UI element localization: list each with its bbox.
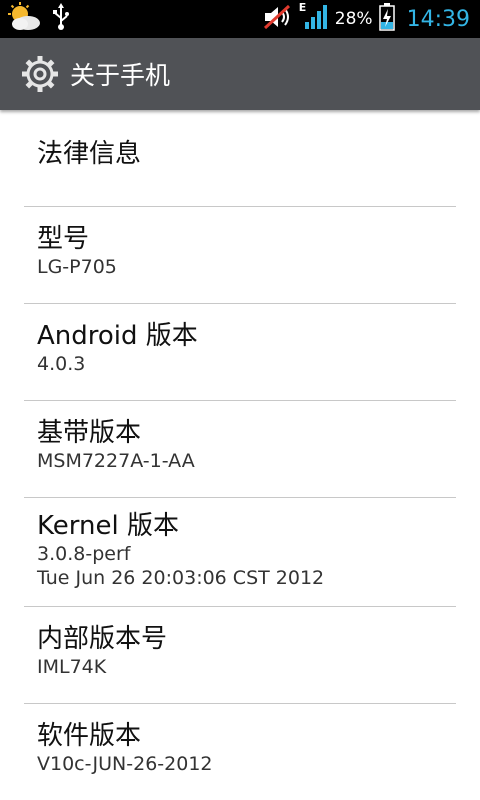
network-type-label: E xyxy=(298,1,307,14)
item-title: 法律信息 xyxy=(37,139,142,169)
list-item-android-version[interactable]: Android 版本 4.0.3 xyxy=(24,304,456,401)
list-item-baseband-version[interactable]: 基带版本 MSM7227A-1-AA xyxy=(24,401,456,498)
item-title: 基带版本 xyxy=(37,418,142,448)
status-bar: E 28% 14:39 xyxy=(0,0,480,38)
list-item-model[interactable]: 型号 LG-P705 xyxy=(24,207,456,304)
signal-icon: E xyxy=(298,1,329,35)
weather-icon xyxy=(8,2,42,36)
item-title: Kernel 版本 xyxy=(37,511,179,541)
item-title: 软件版本 xyxy=(37,721,142,751)
item-summary-line2: Tue Jun 26 20:03:06 CST 2012 xyxy=(37,567,325,589)
status-clock: 14:39 xyxy=(406,6,470,32)
battery-percent: 28% xyxy=(334,9,373,29)
item-summary: 3.0.8-perf xyxy=(37,543,131,565)
list-item-legal-info[interactable]: 法律信息 xyxy=(24,110,456,207)
item-title: 型号 xyxy=(37,224,90,254)
list-item-kernel-version[interactable]: Kernel 版本 3.0.8-perf Tue Jun 26 20:03:06… xyxy=(24,498,456,607)
item-summary: LG-P705 xyxy=(37,256,117,278)
action-bar: 关于手机 xyxy=(0,38,480,110)
item-summary: IML74K xyxy=(37,656,107,678)
settings-gear-icon[interactable] xyxy=(20,54,60,94)
about-phone-list: 法律信息 型号 LG-P705 Android 版本 4.0.3 基带版本 MS… xyxy=(24,110,456,794)
list-item-software-version[interactable]: 软件版本 V10c-JUN-26-2012 xyxy=(24,704,456,794)
item-summary: 4.0.3 xyxy=(37,353,86,375)
volume-muted-icon xyxy=(263,4,293,34)
item-title: 内部版本号 xyxy=(37,624,168,654)
page-title: 关于手机 xyxy=(70,61,171,90)
item-summary: V10c-JUN-26-2012 xyxy=(37,753,213,775)
usb-icon xyxy=(52,3,70,35)
list-item-build-number[interactable]: 内部版本号 IML74K xyxy=(24,607,456,704)
item-summary: MSM7227A-1-AA xyxy=(37,450,195,472)
battery-charging-icon xyxy=(378,3,395,35)
item-title: Android 版本 xyxy=(37,321,198,351)
